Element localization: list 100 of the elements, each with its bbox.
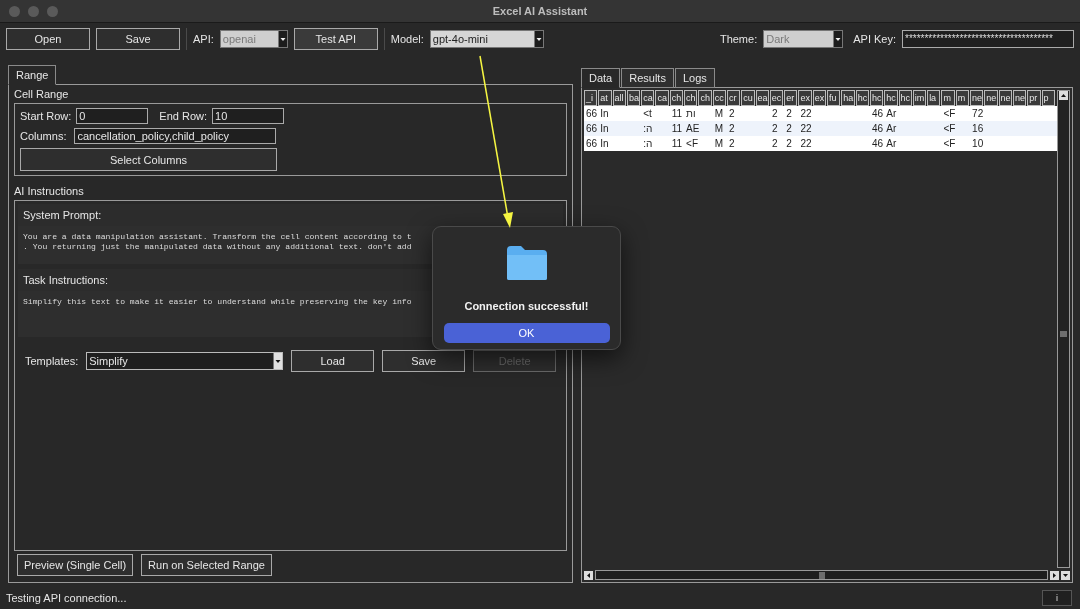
- run-button[interactable]: Preview (Single Cell): [17, 554, 134, 576]
- system-prompt-label: System Prompt:: [18, 204, 563, 226]
- column-header[interactable]: ea: [755, 90, 769, 106]
- columns-label: Columns:: [20, 130, 67, 142]
- tab[interactable]: Logs: [674, 68, 715, 88]
- tab[interactable]: Results: [621, 68, 674, 88]
- select-columns-button[interactable]: Select Columns: [20, 148, 277, 171]
- open-button[interactable]: Open: [6, 28, 90, 50]
- down-arrow-icon[interactable]: [1061, 570, 1070, 580]
- column-header[interactable]: hc: [898, 90, 912, 106]
- window-title: Excel AI Assistant: [492, 5, 588, 17]
- api-key-field[interactable]: **************************************: [902, 30, 1074, 48]
- column-header[interactable]: im: [912, 90, 927, 106]
- column-header[interactable]: ha: [841, 90, 855, 106]
- scroll-grip-icon[interactable]: [1060, 329, 1067, 338]
- table-cell: 66: [586, 122, 598, 135]
- scroll-grip-icon[interactable]: [817, 571, 826, 579]
- column-header[interactable]: ch: [684, 90, 698, 106]
- ok-button[interactable]: OK: [443, 323, 610, 343]
- column-header[interactable]: ec: [769, 90, 784, 106]
- vertical-scrollbar[interactable]: [1057, 90, 1070, 568]
- table-cell: 16: [972, 122, 984, 135]
- column-header[interactable]: ch: [698, 90, 712, 106]
- info-button[interactable]: i: [1042, 590, 1072, 606]
- column-header[interactable]: ne: [984, 90, 998, 106]
- right-arrow-icon[interactable]: [1050, 570, 1059, 580]
- table-cell: M: [714, 137, 724, 150]
- column-header[interactable]: hc: [855, 90, 869, 106]
- column-header[interactable]: ne: [998, 90, 1012, 106]
- templates-label: Templates:: [25, 355, 79, 367]
- test-api-button[interactable]: Test API: [293, 28, 378, 50]
- table-cell: 66: [586, 137, 598, 150]
- tab[interactable]: Data: [581, 68, 621, 88]
- column-header[interactable]: er: [784, 90, 798, 106]
- table-cell: :ה: [643, 122, 653, 135]
- table-cell: :ה: [643, 137, 653, 150]
- column-header[interactable]: la: [927, 90, 941, 106]
- table-cell: 11: [671, 137, 683, 150]
- template-button[interactable]: Load: [291, 350, 375, 372]
- column-header[interactable]: ch: [669, 90, 684, 106]
- column-header[interactable]: cc: [712, 90, 726, 106]
- table-cell: M: [714, 107, 724, 120]
- column-header[interactable]: cu: [741, 90, 755, 106]
- start-row-field[interactable]: 0: [76, 108, 149, 124]
- column-header[interactable]: ex: [798, 90, 812, 106]
- column-header[interactable]: cr: [726, 90, 741, 106]
- save-button[interactable]: Save: [96, 28, 180, 50]
- column-header[interactable]: m: [955, 90, 969, 106]
- api-label: API:: [193, 33, 214, 45]
- table-cell: 2: [771, 122, 778, 135]
- table-cell: AE: [686, 122, 700, 135]
- up-arrow-icon[interactable]: [1059, 91, 1068, 100]
- table-cell: ות: [686, 107, 696, 120]
- table-cell: 11: [671, 122, 683, 135]
- column-header[interactable]: p: [1041, 90, 1055, 106]
- column-header[interactable]: hc: [869, 90, 884, 106]
- table-cell: In: [600, 137, 609, 150]
- folder-icon: [504, 244, 549, 282]
- column-header[interactable]: _i: [584, 90, 598, 106]
- model-dropdown[interactable]: gpt-4o-mini: [429, 30, 544, 48]
- left-arrow-icon[interactable]: [584, 570, 593, 580]
- column-header[interactable]: hc: [884, 90, 898, 106]
- column-header[interactable]: all: [612, 90, 626, 106]
- column-header[interactable]: fu: [827, 90, 841, 106]
- table-cell: 72: [972, 107, 984, 120]
- table-cell: 46: [872, 137, 884, 150]
- column-header[interactable]: ca: [641, 90, 655, 106]
- table-cell: In: [600, 122, 609, 135]
- caret-icon: [533, 31, 543, 47]
- horizontal-scrollbar[interactable]: [595, 570, 1048, 580]
- caret-icon: [833, 31, 843, 47]
- table-cell: 22: [800, 137, 812, 150]
- table-cell: <F: [943, 122, 956, 135]
- table-cell: Ar: [886, 122, 897, 135]
- table-cell: Ar: [886, 137, 897, 150]
- table-cell: 46: [872, 107, 884, 120]
- caret-icon: [277, 31, 287, 47]
- model-label: Model:: [390, 33, 424, 45]
- column-header[interactable]: ca: [655, 90, 669, 106]
- table-cell: 66: [586, 107, 598, 120]
- templates-dropdown[interactable]: Simplify: [86, 352, 284, 370]
- end-row-field[interactable]: 10: [212, 108, 285, 124]
- tab[interactable]: Range: [8, 65, 57, 85]
- api-key-label: API Key:: [853, 33, 896, 45]
- columns-field[interactable]: cancellation_policy,child_policy: [74, 128, 277, 144]
- template-button[interactable]: Save: [382, 350, 466, 372]
- table-cell: 2: [771, 107, 778, 120]
- table-cell: 11: [671, 107, 683, 120]
- run-button[interactable]: Run on Selected Range: [141, 554, 272, 576]
- column-header[interactable]: ba: [626, 90, 641, 106]
- column-header[interactable]: m: [941, 90, 955, 106]
- column-header[interactable]: ne: [970, 90, 984, 106]
- table-cell: 2: [771, 137, 778, 150]
- theme-label: Theme:: [719, 33, 758, 45]
- column-header[interactable]: ex: [812, 90, 827, 106]
- table-cell: <F: [686, 137, 699, 150]
- column-header[interactable]: pr: [1027, 90, 1041, 106]
- column-header[interactable]: ne: [1012, 90, 1027, 106]
- table-cell: In: [600, 107, 609, 120]
- column-header[interactable]: at: [598, 90, 612, 106]
